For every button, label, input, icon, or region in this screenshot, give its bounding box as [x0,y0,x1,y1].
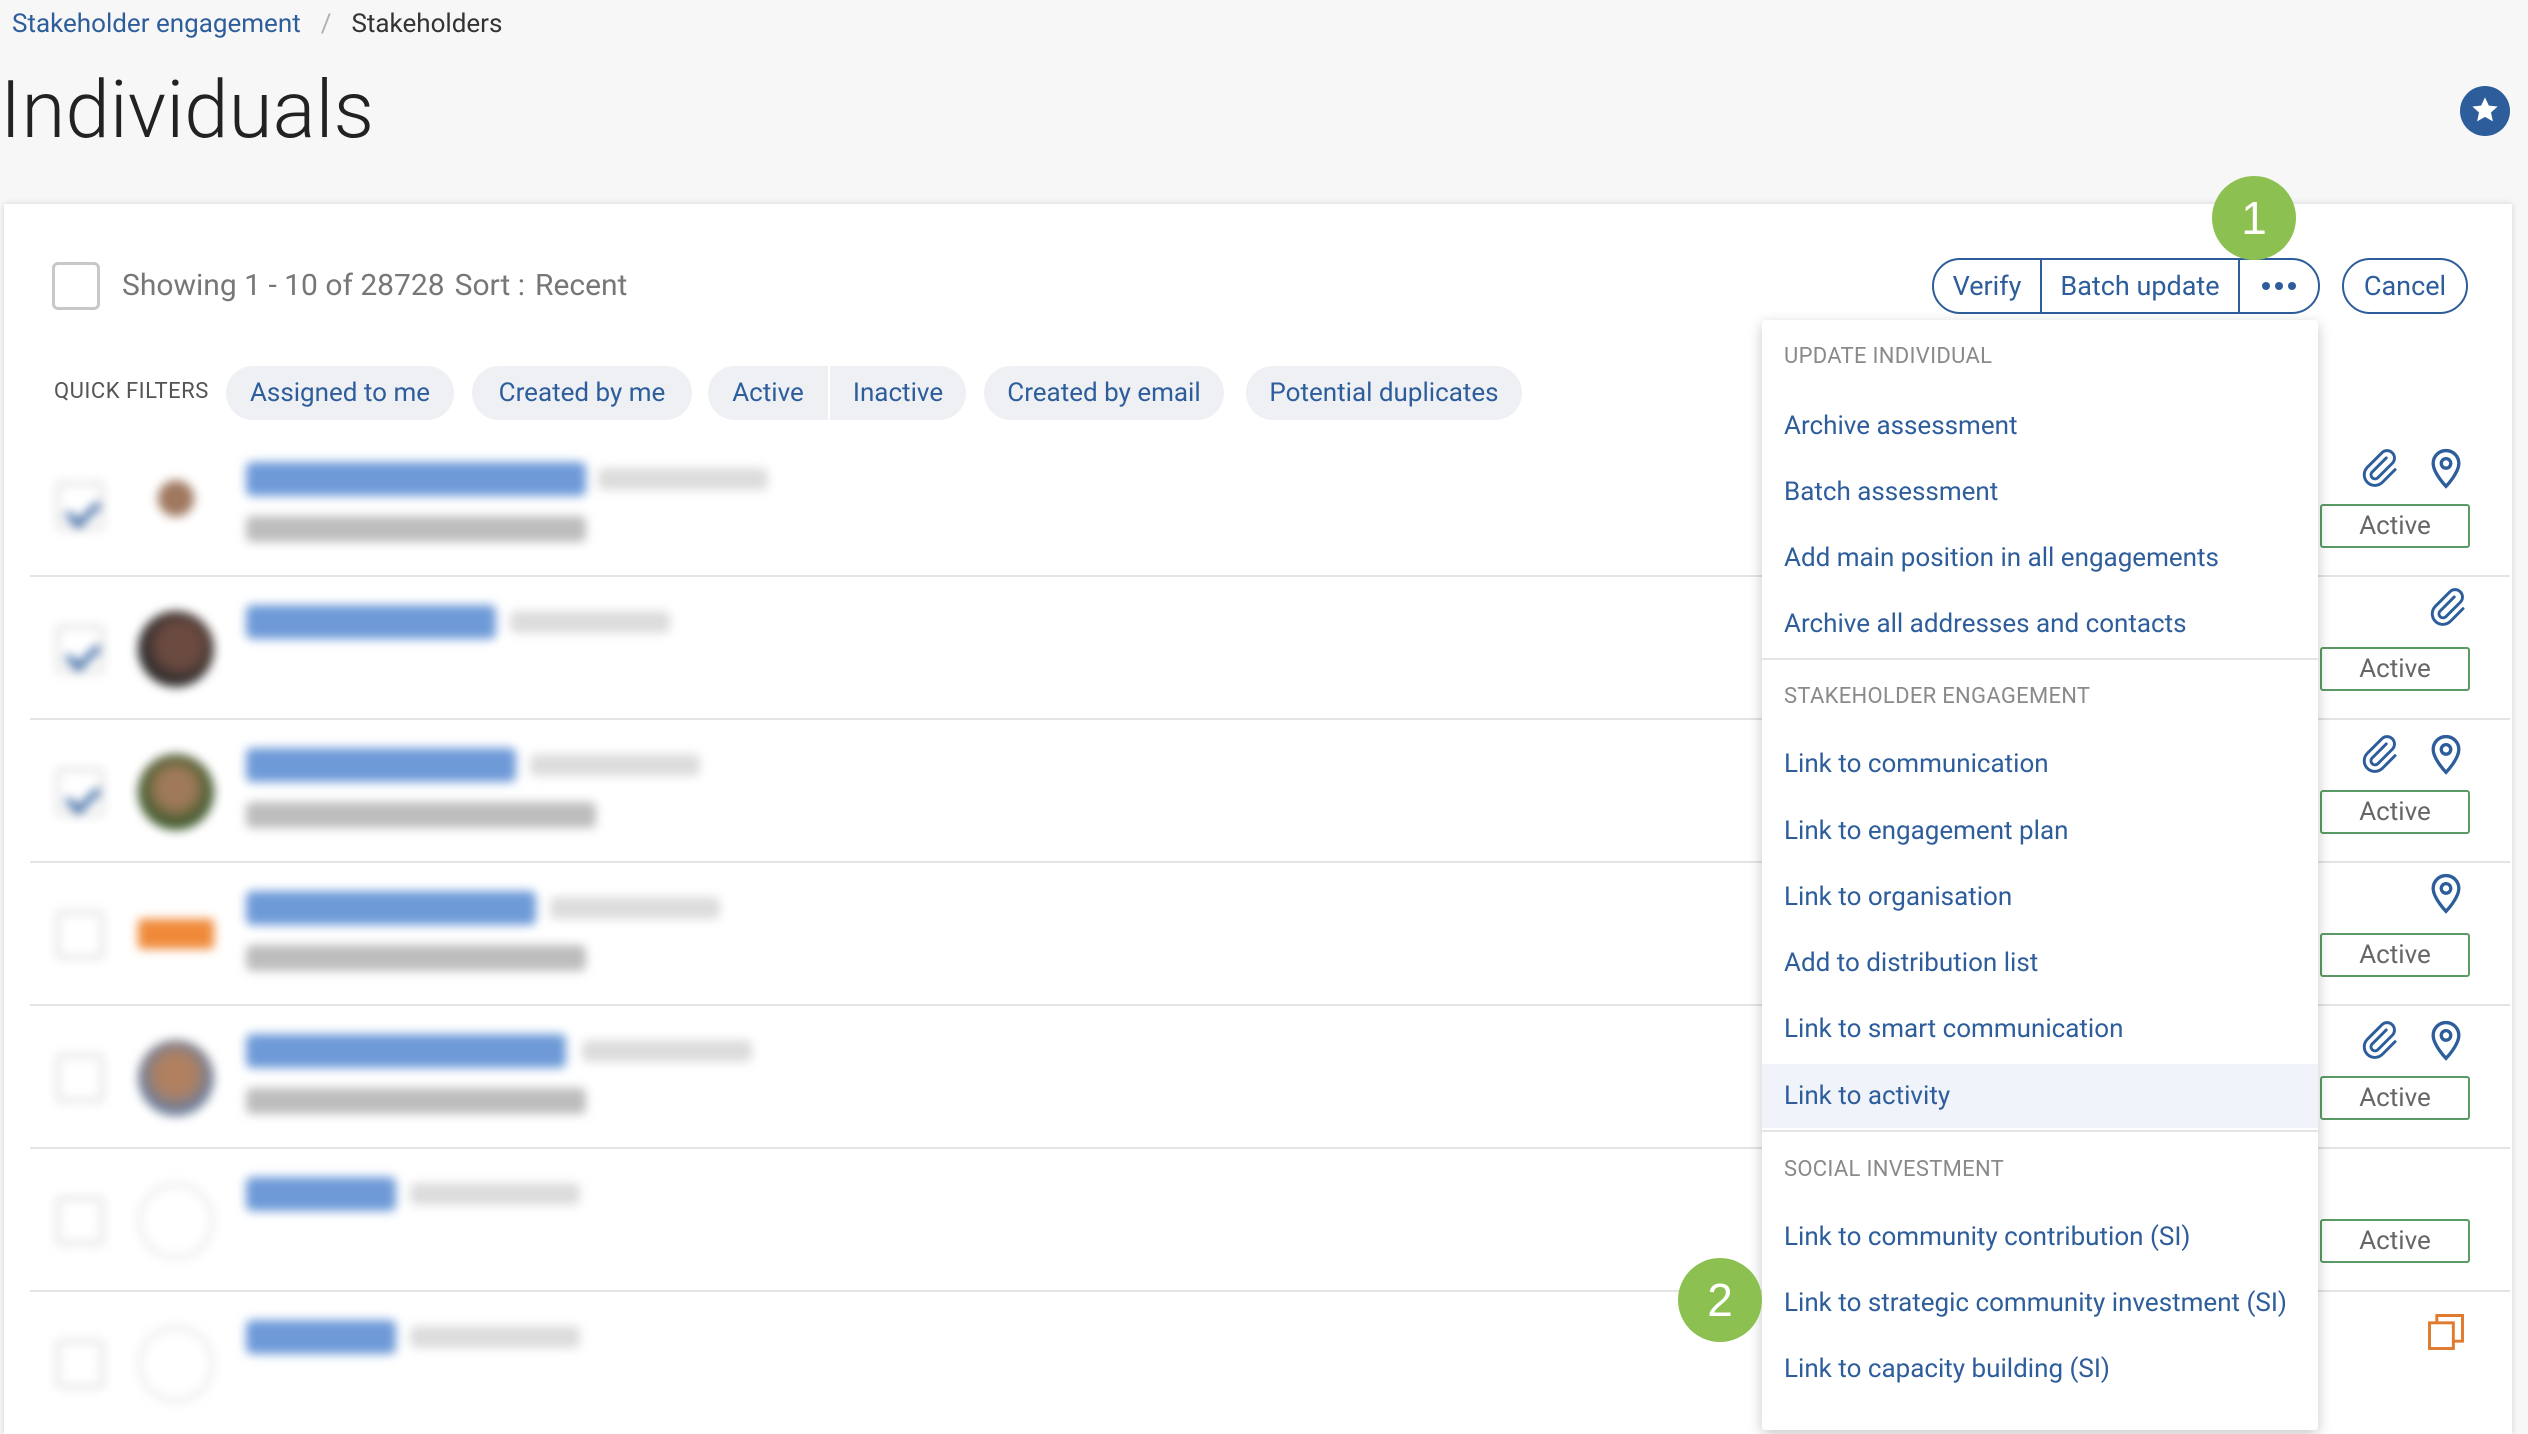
row-checkbox[interactable] [56,768,104,816]
showing-count: Showing 1 - 10 of 28728 [122,268,445,303]
status-badge: Active [2320,933,2470,977]
menu-divider [1762,1130,2318,1132]
quick-filters-label: QUICK FILTERS [54,379,209,404]
menu-section-stakeholder-engagement: STAKEHOLDER ENGAGEMENT [1784,684,2091,709]
more-actions-menu: UPDATE INDIVIDUAL Archive assessment Bat… [1762,320,2318,1430]
status-badge: Active [2320,790,2470,834]
step-marker-2: 2 [1678,1258,1762,1342]
more-dots-icon [2275,282,2283,290]
location-pin-icon[interactable] [2424,871,2468,915]
menu-item-batch-assessment[interactable]: Batch assessment [1762,460,2318,524]
more-actions-button[interactable] [2240,260,2318,312]
menu-item-link-activity[interactable]: Link to activity [1762,1064,2318,1128]
filter-active[interactable]: Active [708,366,830,420]
avatar [138,468,214,544]
breadcrumb-parent-link[interactable]: Stakeholder engagement [12,9,301,39]
blurred-record [30,575,840,718]
menu-section-update-individual: UPDATE INDIVIDUAL [1784,344,1993,369]
breadcrumb-current: Stakeholders [351,9,503,39]
attachment-icon[interactable] [2424,585,2468,629]
avatar [138,1326,214,1402]
location-pin-icon[interactable] [2424,732,2468,776]
menu-item-link-communication[interactable]: Link to communication [1762,732,2318,796]
filter-created-by-email[interactable]: Created by email [984,366,1224,420]
more-dots-icon [2288,282,2296,290]
menu-item-link-smart-communication[interactable]: Link to smart communication [1762,997,2318,1061]
row-checkbox[interactable] [56,911,104,959]
filter-potential-duplicates[interactable]: Potential duplicates [1246,366,1522,420]
verify-button[interactable]: Verify [1934,260,2042,312]
filter-created-by-me[interactable]: Created by me [472,366,692,420]
blurred-record [30,1004,840,1147]
menu-item-link-community-contribution[interactable]: Link to community contribution (SI) [1762,1205,2318,1269]
menu-item-archive-addresses[interactable]: Archive all addresses and contacts [1762,592,2318,656]
status-badge: Active [2320,1219,2470,1263]
menu-item-add-main-position[interactable]: Add main position in all engagements [1762,526,2318,590]
row-checkbox[interactable] [56,1340,104,1388]
blurred-record [30,432,840,575]
status-badge: Active [2320,1076,2470,1120]
select-all-checkbox[interactable] [52,262,100,310]
favorite-star-button[interactable] [2460,86,2510,136]
row-checkbox[interactable] [56,1054,104,1102]
filter-assigned-to-me[interactable]: Assigned to me [226,366,454,420]
avatar [138,1040,214,1116]
blurred-record [30,1290,840,1433]
avatar [138,919,214,949]
avatar [138,611,214,687]
copy-icon[interactable] [2424,1310,2468,1354]
status-badge: Active [2320,504,2470,548]
menu-item-link-strategic-investment[interactable]: Link to strategic community investment (… [1762,1271,2318,1335]
menu-item-link-organisation[interactable]: Link to organisation [1762,865,2318,929]
avatar [138,1183,214,1259]
location-pin-icon[interactable] [2424,1018,2468,1062]
filter-inactive[interactable]: Inactive [830,366,966,420]
menu-item-archive-assessment[interactable]: Archive assessment [1762,394,2318,458]
cancel-button[interactable]: Cancel [2342,258,2468,314]
menu-item-link-capacity-building[interactable]: Link to capacity building (SI) [1762,1337,2318,1401]
menu-item-link-engagement-plan[interactable]: Link to engagement plan [1762,799,2318,863]
sort-label: Sort : [454,268,525,303]
batch-actions-group: Verify Batch update [1932,258,2320,314]
attachment-icon[interactable] [2356,732,2400,776]
attachment-icon[interactable] [2356,446,2400,490]
row-checkbox[interactable] [56,1197,104,1245]
location-pin-icon[interactable] [2424,446,2468,490]
batch-update-button[interactable]: Batch update [2042,260,2240,312]
step-marker-1: 1 [2212,176,2296,260]
blurred-record [30,1147,840,1290]
row-checkbox[interactable] [56,625,104,673]
blurred-record [30,718,840,861]
page-title: Individuals [0,63,374,157]
breadcrumb: Stakeholder engagement / Stakeholders [12,4,502,44]
blurred-record [30,861,840,1004]
more-dots-icon [2262,282,2270,290]
avatar [138,754,214,830]
attachment-icon[interactable] [2356,1018,2400,1062]
menu-item-add-distribution-list[interactable]: Add to distribution list [1762,931,2318,995]
sort-value[interactable]: Recent [535,268,627,303]
breadcrumb-separator: / [320,9,332,39]
menu-divider [1762,658,2318,660]
menu-section-social-investment: SOCIAL INVESTMENT [1784,1157,2005,1182]
results-summary: Showing 1 - 10 of 28728 Sort : Recent [122,266,637,306]
status-badge: Active [2320,647,2470,691]
row-checkbox[interactable] [56,482,104,530]
star-icon [2472,97,2498,122]
filter-active-inactive: Active Inactive [708,366,966,420]
